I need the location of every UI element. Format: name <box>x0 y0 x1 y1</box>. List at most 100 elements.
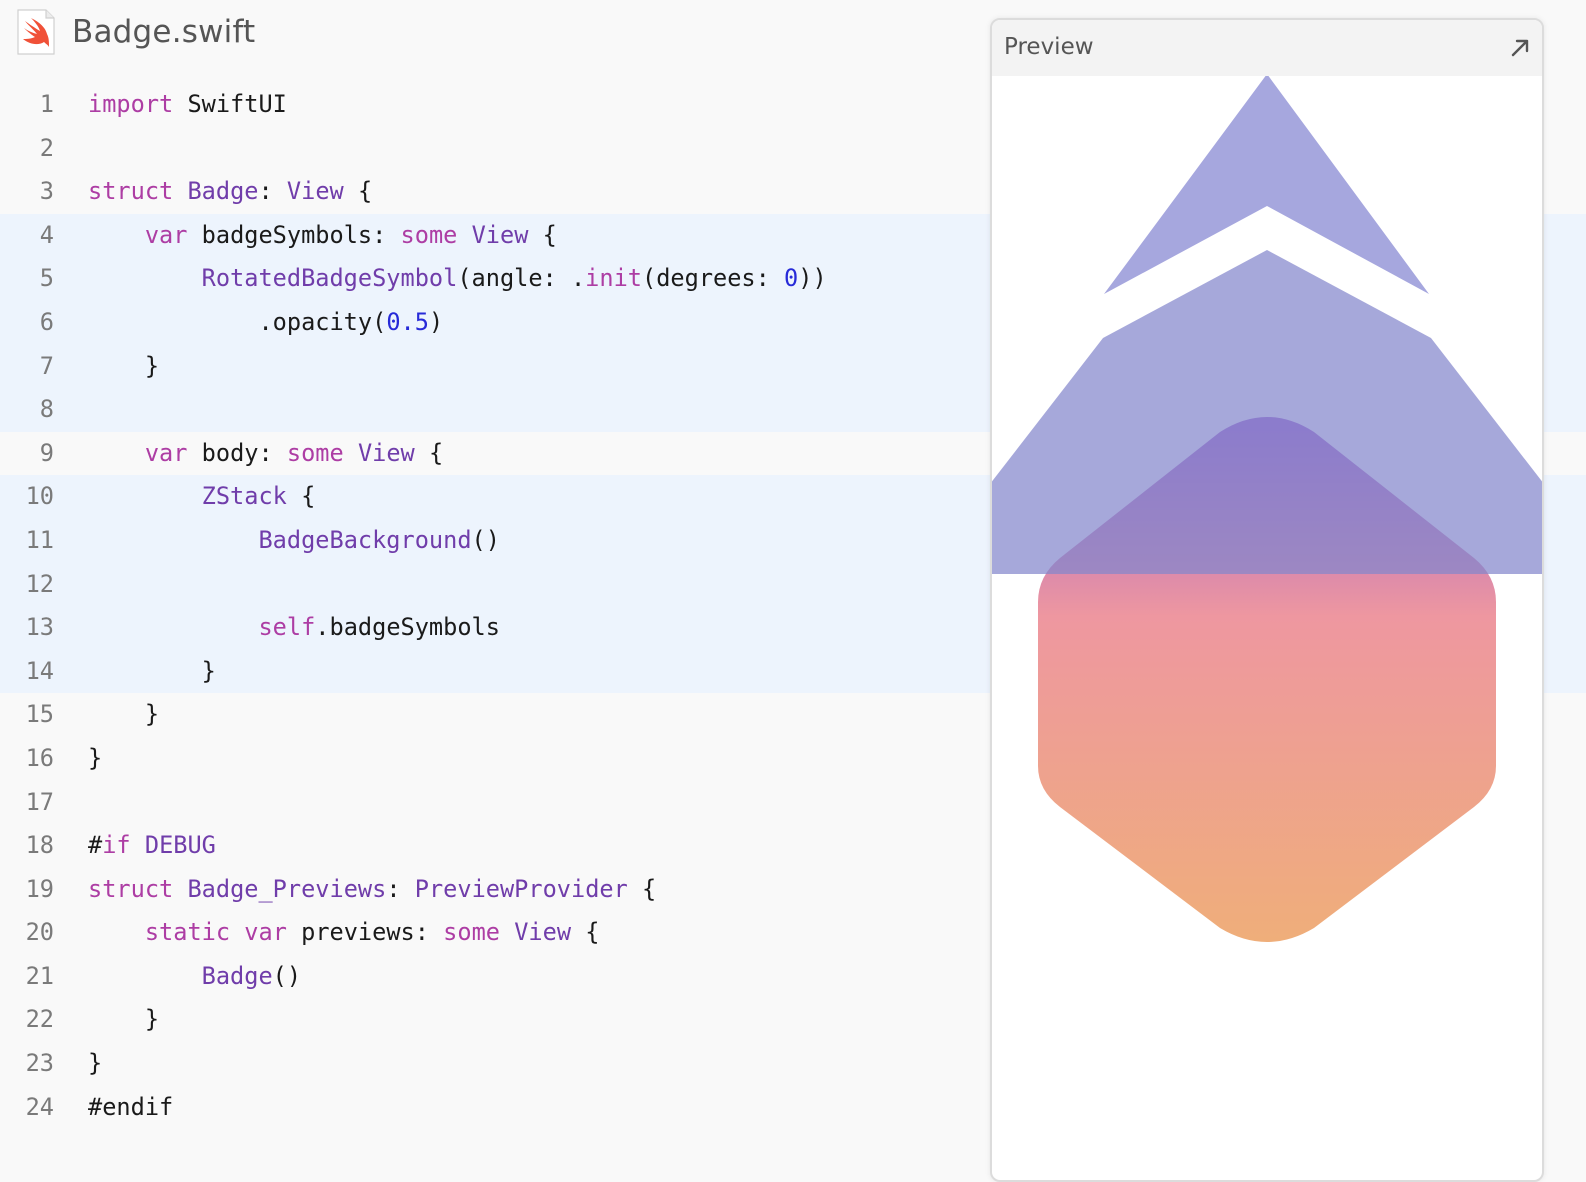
line-code[interactable]: Badge() <box>88 955 301 999</box>
code-token: (angle: . <box>457 264 586 293</box>
code-token: import <box>88 90 174 118</box>
code-token: { <box>571 918 600 947</box>
code-token: PreviewProvider <box>414 874 628 903</box>
code-token: 0 <box>784 264 799 293</box>
line-number: 21 <box>25 961 54 990</box>
code-token: var <box>144 438 188 467</box>
line-number: 16 <box>25 743 54 772</box>
code-token: .opacity( <box>88 307 387 336</box>
preview-title: Preview <box>1004 34 1094 60</box>
line-number: 8 <box>39 395 54 424</box>
line-code[interactable]: var body: some View { <box>88 432 443 476</box>
line-code[interactable]: ZStack { <box>88 475 316 519</box>
line-code[interactable]: import SwiftUI <box>88 83 287 127</box>
badge-symbol-bottom <box>992 250 1542 574</box>
code-token: struct <box>88 874 174 903</box>
line-code[interactable]: struct Badge_Previews: PreviewProvider { <box>88 868 656 912</box>
line-number: 11 <box>25 525 54 554</box>
line-number: 20 <box>25 918 54 947</box>
code-token: self <box>258 613 316 642</box>
line-code[interactable]: } <box>88 693 159 737</box>
line-code[interactable]: var badgeSymbols: some View { <box>88 214 557 258</box>
line-number: 19 <box>25 874 54 903</box>
code-token: )) <box>798 264 827 293</box>
line-code[interactable]: struct Badge: View { <box>88 170 372 214</box>
swift-file-icon <box>17 9 55 55</box>
line-number: 15 <box>25 700 54 729</box>
code-token: } <box>88 1005 160 1034</box>
code-token: body: <box>187 438 287 467</box>
code-token: { <box>414 438 444 467</box>
line-number: 10 <box>25 482 54 511</box>
code-token: badgeSymbols: <box>187 220 401 249</box>
line-number: 17 <box>25 787 54 816</box>
code-token: { <box>627 874 657 903</box>
code-token: # <box>88 831 103 860</box>
expand-arrow-icon[interactable] <box>1508 36 1532 60</box>
line-code[interactable]: RotatedBadgeSymbol(angle: .init(degrees:… <box>88 257 827 301</box>
line-number: 5 <box>39 264 54 293</box>
code-token: some <box>443 918 500 947</box>
line-number: 22 <box>25 1005 54 1034</box>
line-code[interactable]: static var previews: some View { <box>88 911 600 955</box>
code-token: } <box>88 351 160 380</box>
line-code[interactable]: } <box>88 737 102 781</box>
code-token: Badge_Previews <box>187 874 387 903</box>
code-token: var <box>244 918 287 947</box>
line-code[interactable]: } <box>88 998 159 1042</box>
code-token: (degrees: <box>642 264 785 293</box>
code-token: init <box>585 264 642 293</box>
code-token: } <box>88 743 103 772</box>
line-number: 24 <box>25 1092 54 1121</box>
code-token: { <box>528 220 557 249</box>
line-code[interactable]: #endif <box>88 1086 173 1130</box>
line-number: 2 <box>39 133 54 162</box>
line-number: 23 <box>25 1049 54 1078</box>
code-token: var <box>144 220 188 249</box>
preview-header: Preview <box>992 20 1542 76</box>
line-code[interactable]: } <box>88 650 216 694</box>
line-code[interactable]: BadgeBackground() <box>88 519 500 563</box>
line-code[interactable]: self.badgeSymbols <box>88 606 500 650</box>
line-code[interactable]: } <box>88 1042 102 1086</box>
code-token: struct <box>88 177 174 206</box>
code-token: View <box>514 918 572 947</box>
line-number: 9 <box>39 438 54 467</box>
code-token: } <box>88 700 160 729</box>
code-token: : <box>258 177 287 206</box>
code-token: } <box>88 1049 103 1078</box>
line-number: 12 <box>25 569 54 598</box>
code-token: 0.5 <box>386 307 429 336</box>
line-number: 18 <box>25 831 54 860</box>
code-token: ) <box>428 307 444 336</box>
code-token: Badge <box>187 177 259 206</box>
code-token: #endif <box>88 1092 174 1121</box>
file-name[interactable]: Badge.swift <box>72 14 255 50</box>
code-token: previews: <box>286 918 444 947</box>
code-token: View <box>357 438 415 467</box>
code-token: RotatedBadgeSymbol <box>201 264 458 293</box>
code-token: () <box>471 525 500 554</box>
preview-canvas <box>992 74 1542 942</box>
line-code[interactable]: .opacity(0.5) <box>88 301 443 345</box>
line-number: 13 <box>25 613 54 642</box>
line-code[interactable]: } <box>88 345 159 389</box>
line-number: 7 <box>39 351 54 380</box>
code-token: Badge <box>201 961 273 990</box>
line-number: 4 <box>39 220 54 249</box>
code-token: some <box>286 438 344 467</box>
code-token: () <box>272 961 302 990</box>
code-token: : <box>386 874 415 903</box>
code-token: if <box>102 831 131 860</box>
line-code[interactable]: #if DEBUG <box>88 824 216 868</box>
